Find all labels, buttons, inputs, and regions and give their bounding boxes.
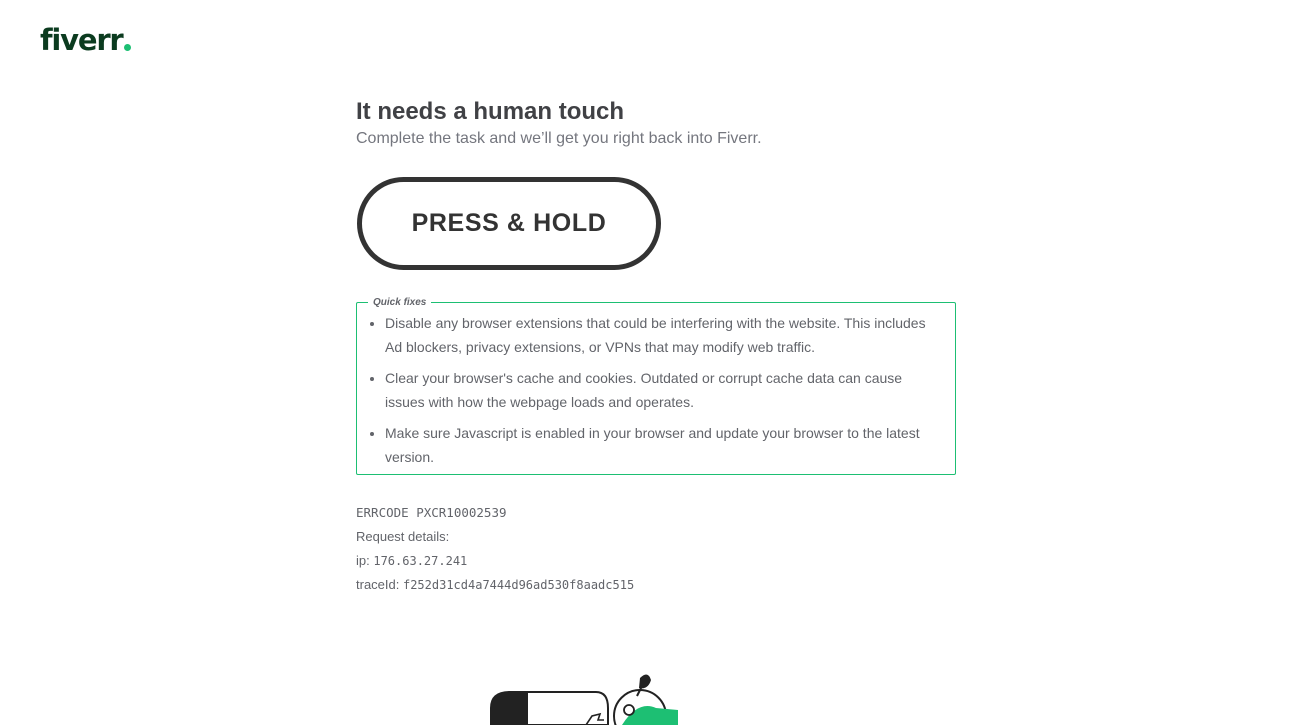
- quick-fixes-list: Disable any browser extensions that coul…: [357, 303, 955, 469]
- quick-fixes-legend: Quick fixes: [368, 296, 432, 309]
- ip-row: ip: 176.63.27.241: [356, 549, 956, 573]
- captcha-page: fiverr It needs a human touch Complete t…: [0, 0, 1311, 725]
- press-and-hold-button[interactable]: PRESS & HOLD: [357, 177, 661, 270]
- main-content: It needs a human touch Complete the task…: [356, 96, 956, 592]
- quick-fix-item: Disable any browser extensions that coul…: [385, 311, 941, 359]
- robot-illustration-icon: [490, 674, 678, 725]
- trace-row: traceId: f252d31cd4a7444d96ad530f8aadc51…: [356, 573, 956, 597]
- trace-value: f252d31cd4a7444d96ad530f8aadc515: [402, 578, 635, 592]
- fiverr-logo[interactable]: fiverr: [40, 22, 131, 58]
- page-title: It needs a human touch: [356, 98, 625, 125]
- request-details-label: Request details:: [356, 529, 450, 544]
- quick-fixes-box: Quick fixes Disable any browser extensio…: [356, 296, 956, 475]
- logo-text: fiverr: [40, 23, 124, 57]
- request-details: ERRCODE PXCR10002539 Request details: ip…: [356, 501, 956, 597]
- press-and-hold-label: PRESS & HOLD: [411, 209, 607, 237]
- error-code-row: ERRCODE PXCR10002539: [356, 501, 956, 525]
- quick-fix-item: Make sure Javascript is enabled in your …: [385, 421, 941, 469]
- error-code: ERRCODE PXCR10002539: [356, 505, 507, 520]
- trace-label: traceId:: [356, 577, 400, 592]
- ip-value: 176.63.27.241: [373, 554, 468, 568]
- page-subtitle: Complete the task and we’ll get you righ…: [356, 130, 762, 147]
- logo-dot-icon: [123, 44, 131, 51]
- quick-fix-item: Clear your browser's cache and cookies. …: [385, 366, 941, 414]
- ip-label: ip:: [356, 553, 370, 568]
